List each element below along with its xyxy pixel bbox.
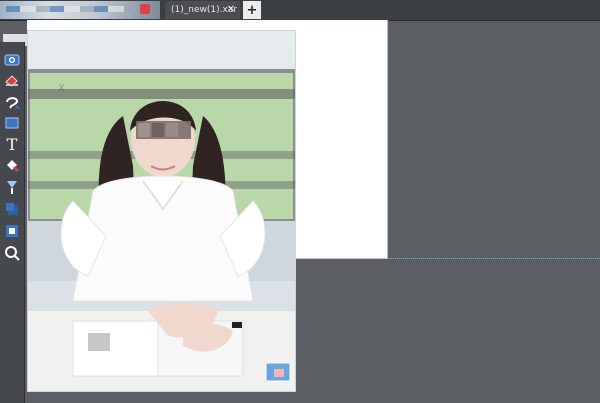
canvas-photo[interactable]: X: [27, 30, 296, 392]
close-icon[interactable]: ✕: [225, 4, 237, 16]
transparency-tool-icon[interactable]: [3, 178, 21, 196]
text-tool-icon[interactable]: T: [3, 136, 21, 154]
shadow-tool-icon[interactable]: [3, 200, 21, 218]
eraser-tool-icon[interactable]: [3, 70, 21, 88]
camera-tool-icon[interactable]: [3, 50, 21, 68]
photo-overlay-mark: X: [58, 83, 65, 94]
page-guide-line: [387, 258, 600, 259]
document-tab-active[interactable]: (1)_new(1).xar ✕: [165, 1, 240, 19]
new-tab-button[interactable]: +: [243, 1, 261, 19]
blurred-document-tab[interactable]: [0, 1, 160, 19]
text-tool-label: T: [6, 135, 18, 154]
tab-bar: (1)_new(1).xar ✕ +: [0, 0, 600, 21]
frame-tool-icon[interactable]: [3, 222, 21, 240]
fill-tool-icon[interactable]: [3, 156, 21, 174]
zoom-tool-icon[interactable]: [3, 244, 21, 262]
left-toolbar: T: [0, 42, 25, 403]
lasso-tool-icon[interactable]: [3, 92, 21, 110]
student-photo-image: [28, 31, 295, 391]
plus-icon: +: [246, 2, 258, 18]
rectangle-tool-icon[interactable]: [3, 114, 21, 132]
